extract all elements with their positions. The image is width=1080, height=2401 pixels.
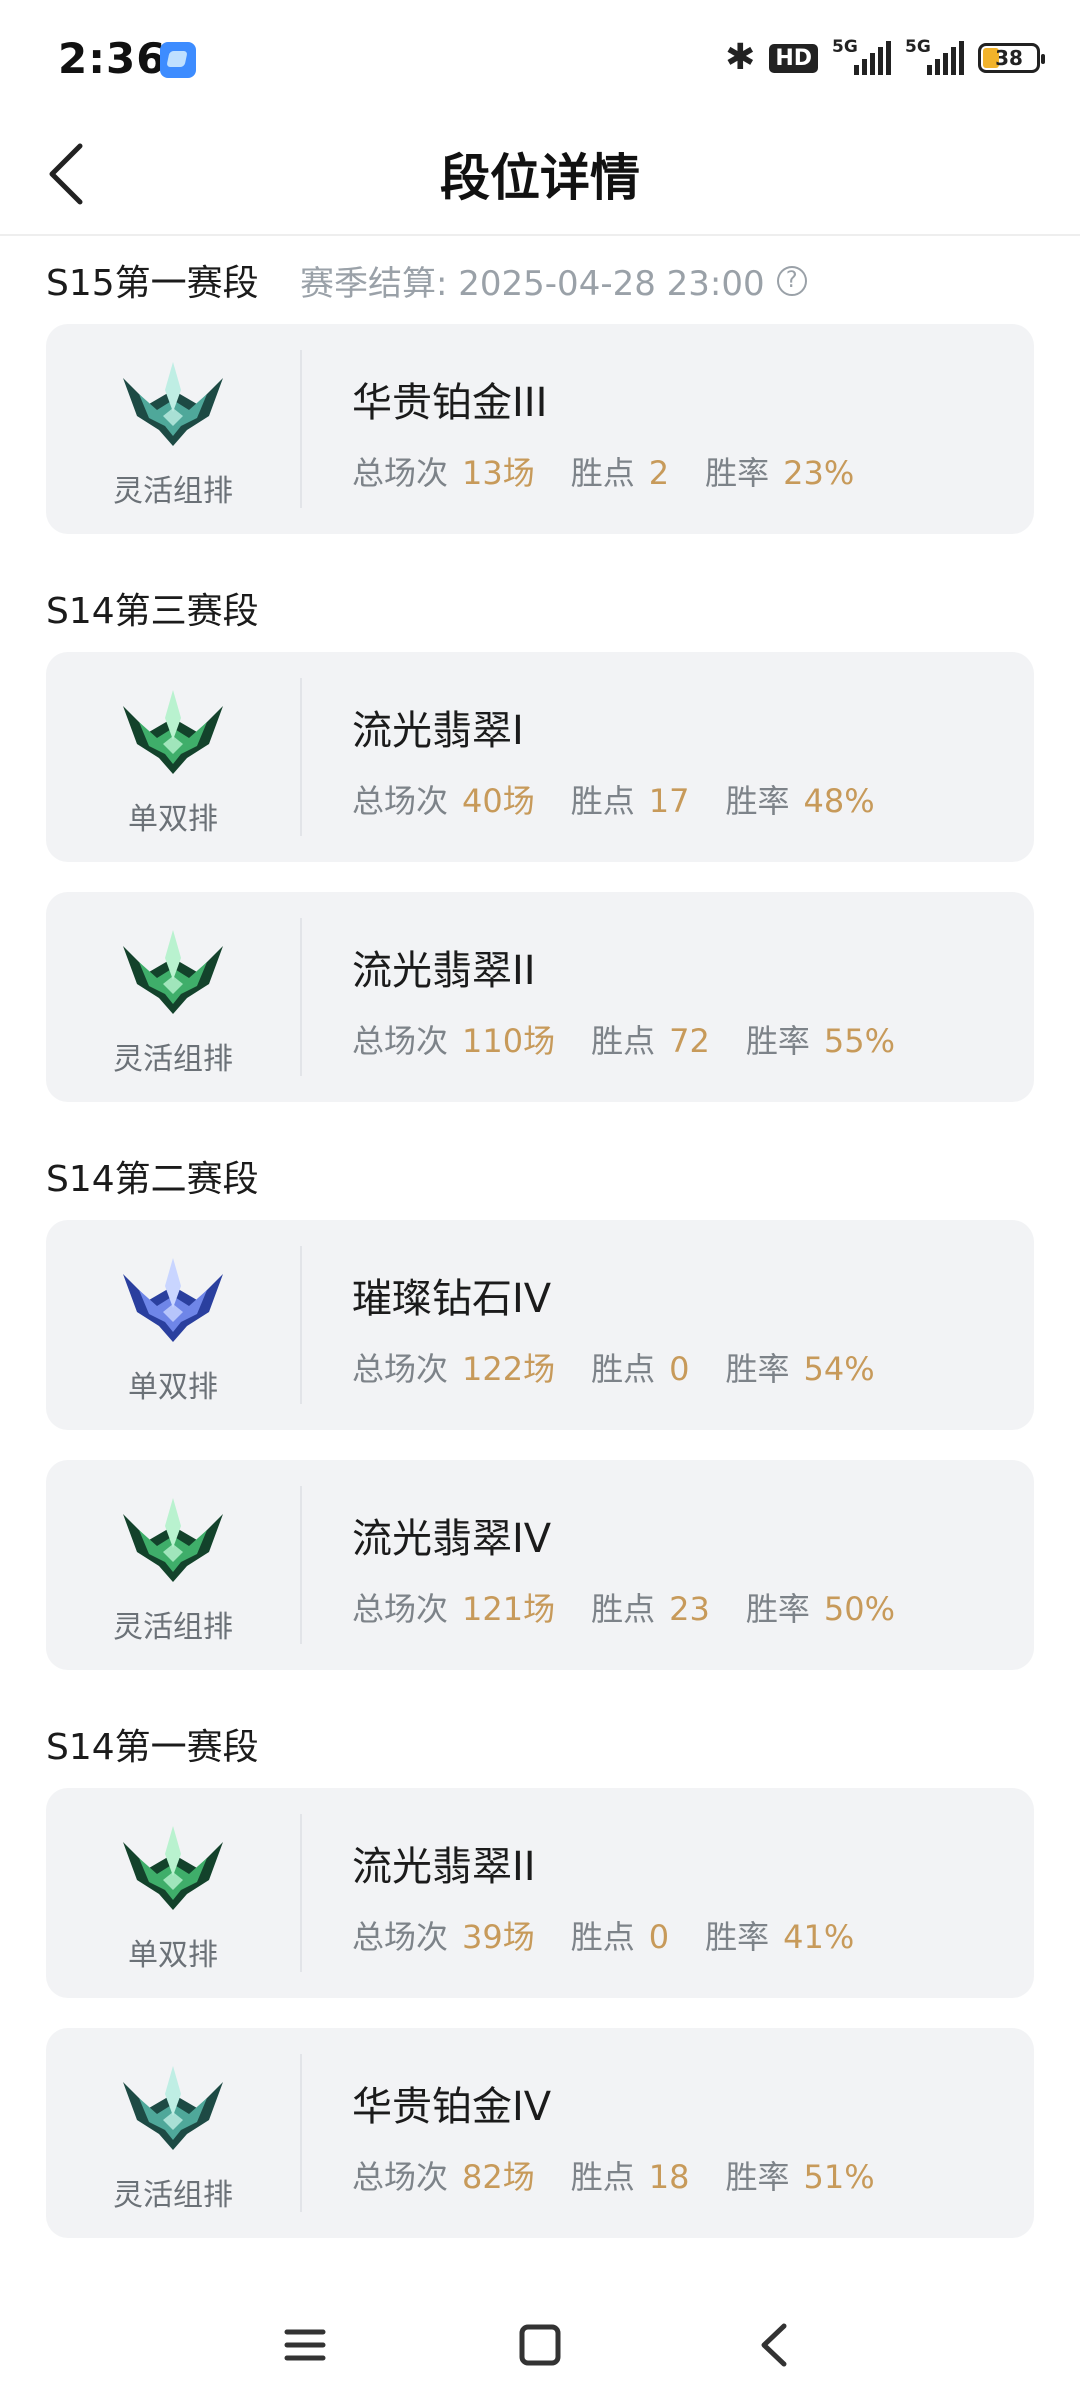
divider [300,1486,302,1644]
queue-type: 灵活组排 [113,1610,233,1645]
winrate-stat: 胜率 48% [725,782,875,820]
rank-name: 流光翡翠I [352,708,524,754]
divider [300,918,302,1076]
lp-stat: 胜点 72 [591,1022,710,1060]
emblem-area: 灵活组排 [46,892,300,1102]
queue-type: 灵活组排 [113,474,233,509]
season-name: S14第二赛段 [46,1159,259,1200]
rank-stats: 总场次 110场 胜点 72 胜率 55% [352,1016,931,1062]
status-icons: ✱ HD 5G 5G 38 [725,37,1045,78]
games-stat: 总场次 39场 [352,1918,535,1956]
games-stat: 总场次 40场 [352,782,535,820]
games-stat: 总场次 82场 [352,2158,535,2196]
lp-stat: 胜点 18 [570,2158,690,2196]
divider [300,350,302,508]
queue-type: 灵活组排 [113,2178,233,2213]
winrate-stat: 胜率 23% [705,454,855,492]
queue-type: 单双排 [128,802,218,837]
season-name: S14第三赛段 [46,591,259,632]
winrate-stat: 胜率 55% [745,1022,895,1060]
queue-type: 单双排 [128,1938,218,1973]
emblem-area: 灵活组排 [46,2028,300,2238]
rank-card[interactable]: 单双排 璀璨钻石IV 总场次 122场 胜点 0 胜率 54% [46,1220,1034,1430]
app-header: 段位详情 [0,120,1080,236]
system-nav-bar [0,2290,1080,2401]
emerald-rank-icon [119,688,227,776]
settlement-text: 赛季结算: 2025-04-28 23:00 [300,264,765,304]
emerald-rank-icon [119,1824,227,1912]
status-time: 2:36 [58,34,167,83]
rank-stats: 总场次 13场 胜点 2 胜率 23% [352,448,890,494]
app-notification-icon [160,42,196,78]
emblem-area: 单双排 [46,1788,300,1998]
rank-name: 流光翡翠II [352,1844,536,1890]
winrate-stat: 胜率 50% [745,1590,895,1628]
emblem-area: 灵活组排 [46,1460,300,1670]
diamond-rank-icon [119,1256,227,1344]
lp-stat: 胜点 0 [591,1350,690,1388]
lp-stat: 胜点 23 [591,1590,710,1628]
battery-icon: 38 [978,43,1045,73]
home-icon[interactable] [505,2310,575,2380]
emerald-rank-icon [119,928,227,1016]
rank-name: 华贵铂金IV [352,2084,552,2130]
rank-stats: 总场次 40场 胜点 17 胜率 48% [352,776,911,822]
settlement-info: 赛季结算: 2025-04-28 23:00? [300,256,807,305]
rank-list: S15第一赛段 赛季结算: 2025-04-28 23:00? 灵活组排 华贵铂金II… [0,236,1080,2268]
divider [300,678,302,836]
rank-name: 璀璨钻石IV [352,1276,552,1322]
games-stat: 总场次 121场 [352,1590,556,1628]
help-icon[interactable]: ? [776,265,807,296]
games-stat: 总场次 110场 [352,1022,556,1060]
menu-icon[interactable] [270,2310,340,2380]
platinum-rank-icon [119,2064,227,2152]
platinum-rank-icon [119,360,227,448]
games-stat: 总场次 13场 [352,454,535,492]
page-title: 段位详情 [440,149,640,207]
season-header: S14第一赛段 [0,1700,1080,1788]
rank-name: 华贵铂金III [352,380,548,426]
winrate-stat: 胜率 54% [725,1350,875,1388]
rank-card[interactable]: 灵活组排 华贵铂金IV 总场次 82场 胜点 18 胜率 51% [46,2028,1034,2238]
divider [300,1246,302,1404]
games-stat: 总场次 122场 [352,1350,556,1388]
bluetooth-icon: ✱ [725,37,756,78]
signal-1-icon: 5G [832,37,891,75]
emerald-rank-icon [119,1496,227,1584]
hd-voice-icon: HD [769,43,818,73]
lp-stat: 胜点 17 [570,782,690,820]
rank-stats: 总场次 82场 胜点 18 胜率 51% [352,2152,911,2198]
signal-2-icon: 5G [905,37,964,75]
rank-card[interactable]: 灵活组排 华贵铂金III 总场次 13场 胜点 2 胜率 23% [46,324,1034,534]
season-header: S14第二赛段 [0,1132,1080,1220]
season-header: S15第一赛段 赛季结算: 2025-04-28 23:00? [0,236,1080,324]
lp-stat: 胜点 0 [570,1918,670,1956]
season-header: S14第三赛段 [0,564,1080,652]
winrate-stat: 胜率 51% [725,2158,875,2196]
rank-card[interactable]: 单双排 流光翡翠I 总场次 40场 胜点 17 胜率 48% [46,652,1034,862]
rank-stats: 总场次 39场 胜点 0 胜率 41% [352,1912,890,1958]
emblem-area: 单双排 [46,1220,300,1430]
emblem-area: 灵活组排 [46,324,300,534]
rank-card[interactable]: 单双排 流光翡翠II 总场次 39场 胜点 0 胜率 41% [46,1788,1034,1998]
queue-type: 灵活组排 [113,1042,233,1077]
lp-stat: 胜点 2 [570,454,670,492]
season-name: S14第一赛段 [46,1727,259,1768]
divider [300,1814,302,1972]
rank-name: 流光翡翠IV [352,1516,552,1562]
status-bar: 2:36 ✱ HD 5G 5G 38 [0,0,1080,120]
winrate-stat: 胜率 41% [705,1918,855,1956]
rank-name: 流光翡翠II [352,948,536,994]
rank-card[interactable]: 灵活组排 流光翡翠II 总场次 110场 胜点 72 胜率 55% [46,892,1034,1102]
season-name: S15第一赛段 [46,263,259,304]
divider [300,2054,302,2212]
emblem-area: 单双排 [46,652,300,862]
rank-card[interactable]: 灵活组排 流光翡翠IV 总场次 121场 胜点 23 胜率 50% [46,1460,1034,1670]
rank-stats: 总场次 121场 胜点 23 胜率 50% [352,1584,931,1630]
nav-back-icon[interactable] [740,2310,810,2380]
queue-type: 单双排 [128,1370,218,1405]
rank-stats: 总场次 122场 胜点 0 胜率 54% [352,1344,911,1390]
